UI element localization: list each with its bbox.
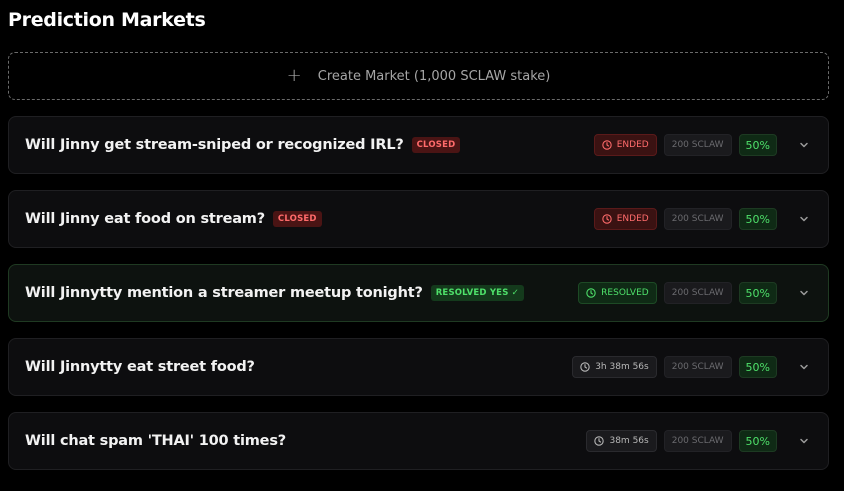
chevron-down-icon[interactable]: [794, 357, 814, 377]
market-meta: RESOLVED 200 SCLAW 50%: [578, 282, 814, 304]
stake-amount: 200 SCLAW: [663, 134, 732, 156]
resolved-status: RESOLVED: [578, 282, 657, 304]
plus-icon: +: [286, 65, 302, 86]
prediction-markets-page: Prediction Markets + Create Market (1,00…: [0, 0, 844, 491]
odds-percentage: 50%: [738, 282, 777, 304]
timer-label: 3h 38m 56s: [595, 362, 649, 372]
clock-icon: [602, 214, 612, 224]
chevron-down-icon[interactable]: [794, 431, 814, 451]
create-market-button[interactable]: + Create Market (1,000 SCLAW stake): [8, 52, 829, 100]
clock-icon: [586, 288, 596, 298]
ended-label: ENDED: [616, 214, 649, 224]
timer-label: 38m 56s: [609, 436, 649, 446]
create-market-label: Create Market (1,000 SCLAW stake): [317, 68, 551, 84]
market-meta: 3h 38m 56s 200 SCLAW 50%: [572, 356, 814, 378]
chevron-down-icon[interactable]: [794, 283, 814, 303]
ended-status: ENDED: [593, 208, 657, 230]
market-card[interactable]: Will Jinny get stream-sniped or recogniz…: [8, 116, 829, 174]
page-title: Prediction Markets: [8, 9, 206, 31]
market-question: Will Jinny eat food on stream?: [25, 211, 265, 227]
countdown-timer: 38m 56s: [586, 430, 657, 452]
odds-percentage: 50%: [738, 430, 777, 452]
stake-amount: 200 SCLAW: [663, 430, 732, 452]
market-meta: ENDED 200 SCLAW 50%: [593, 208, 814, 230]
stake-amount: 200 SCLAW: [663, 356, 732, 378]
resolved-label: RESOLVED: [601, 288, 649, 298]
market-meta: 38m 56s 200 SCLAW 50%: [586, 430, 814, 452]
clock-icon: [602, 140, 612, 150]
clock-icon: [580, 362, 590, 372]
market-card[interactable]: Will Jinnytty eat street food? 3h 38m 56…: [8, 338, 829, 396]
odds-percentage: 50%: [738, 356, 777, 378]
ended-status: ENDED: [593, 134, 657, 156]
chevron-down-icon[interactable]: [794, 209, 814, 229]
countdown-timer: 3h 38m 56s: [572, 356, 657, 378]
odds-percentage: 50%: [738, 134, 777, 156]
clock-icon: [594, 436, 605, 446]
closed-badge: CLOSED: [411, 137, 461, 153]
resolved-yes-badge: RESOLVED YES ✓: [430, 285, 524, 301]
market-card[interactable]: Will Jinnytty mention a streamer meetup …: [8, 264, 829, 322]
stake-amount: 200 SCLAW: [663, 208, 732, 230]
market-question: Will chat spam 'THAI' 100 times?: [25, 433, 286, 449]
stake-amount: 200 SCLAW: [663, 282, 732, 304]
market-question: Will Jinny get stream-sniped or recogniz…: [25, 137, 404, 153]
market-question: Will Jinnytty mention a streamer meetup …: [25, 285, 423, 301]
chevron-down-icon[interactable]: [794, 135, 814, 155]
market-card[interactable]: Will Jinny eat food on stream? CLOSED EN…: [8, 190, 829, 248]
market-meta: ENDED 200 SCLAW 50%: [593, 134, 814, 156]
market-card[interactable]: Will chat spam 'THAI' 100 times? 38m 56s…: [8, 412, 829, 470]
closed-badge: CLOSED: [272, 211, 322, 227]
market-question: Will Jinnytty eat street food?: [25, 359, 255, 375]
odds-percentage: 50%: [738, 208, 777, 230]
ended-label: ENDED: [616, 140, 649, 150]
